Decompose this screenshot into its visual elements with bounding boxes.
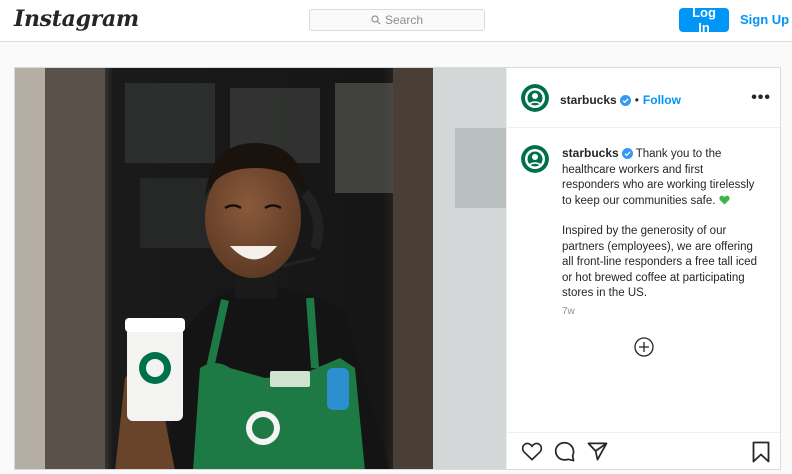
search-placeholder: Search: [384, 13, 424, 27]
top-nav-bar: Instagram Search Log In Sign Up: [0, 0, 792, 42]
post-header-info: starbucks • Follow: [560, 91, 681, 109]
login-button[interactable]: Log In: [679, 5, 729, 35]
green-heart-icon: [719, 195, 730, 205]
verified-badge-icon: [619, 95, 631, 106]
post-header: starbucks • Follow •••: [507, 68, 780, 128]
more-options-icon[interactable]: •••: [751, 89, 771, 107]
like-icon[interactable]: [521, 441, 543, 466]
share-icon[interactable]: [587, 441, 608, 466]
post-caption: starbucks Thank you to the healthcare wo…: [562, 146, 762, 317]
caption-username[interactable]: starbucks: [562, 146, 619, 160]
post-sidebar: starbucks • Follow ••• starbucks Thank you…: [506, 68, 780, 469]
post-timestamp[interactable]: 7w: [562, 306, 575, 317]
save-icon[interactable]: [752, 441, 770, 468]
verified-badge-icon: [621, 148, 633, 159]
post-actions-bar: [507, 432, 780, 469]
search-icon: [371, 15, 381, 25]
comment-icon[interactable]: [554, 441, 575, 467]
separator-dot: •: [634, 93, 639, 107]
search-input[interactable]: Search: [309, 9, 485, 31]
starbucks-logo-icon: [521, 84, 549, 112]
load-more-comments-icon[interactable]: [634, 337, 654, 362]
caption-text-2: Inspired by the generosity of our partne…: [562, 225, 757, 299]
post-image[interactable]: [15, 68, 506, 469]
caption-avatar[interactable]: [521, 145, 549, 173]
follow-button[interactable]: Follow: [643, 93, 681, 107]
instagram-logo[interactable]: Instagram: [14, 6, 139, 32]
post-photo: [15, 68, 506, 469]
starbucks-logo-icon: [521, 145, 549, 173]
signup-link[interactable]: Sign Up: [740, 12, 789, 27]
post-card: starbucks • Follow ••• starbucks Thank you…: [14, 67, 781, 470]
starbucks-avatar[interactable]: [521, 84, 549, 112]
post-username[interactable]: starbucks: [560, 93, 617, 107]
